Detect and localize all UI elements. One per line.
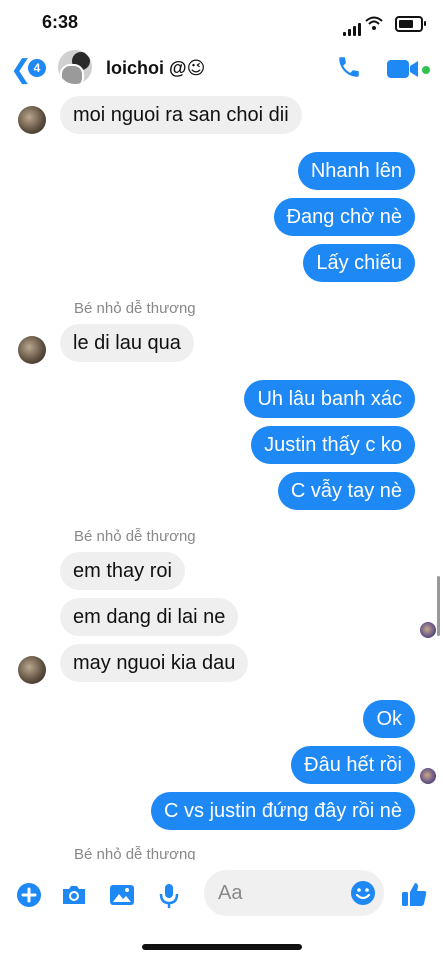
outgoing-message[interactable]: Nhanh lên: [297, 152, 415, 190]
unread-count-badge[interactable]: 4: [28, 59, 46, 77]
camera-icon[interactable]: [60, 882, 88, 908]
sender-name: Bé nhỏ dễ thương: [74, 528, 196, 545]
status-time: 6:38: [42, 12, 79, 32]
outgoing-message[interactable]: C vs justin đứng đây rồi nè: [151, 792, 415, 830]
chat-header: ❮ 4 loichoi @😉: [0, 44, 443, 96]
home-indicator: [142, 944, 302, 950]
composer-bar: Aa: [0, 860, 443, 960]
sender-avatar[interactable]: [18, 656, 46, 684]
online-indicator: [422, 66, 430, 74]
outgoing-message[interactable]: Lấy chiếu: [303, 244, 415, 282]
gallery-icon[interactable]: [108, 882, 136, 908]
emoji-icon[interactable]: [350, 880, 376, 906]
outgoing-message[interactable]: Justin thấy c ko: [251, 426, 415, 464]
scrollbar[interactable]: [437, 576, 440, 636]
outgoing-message[interactable]: Uh lâu banh xác: [244, 380, 415, 418]
microphone-icon[interactable]: [158, 882, 180, 910]
incoming-message[interactable]: em dang di lai ne: [60, 598, 239, 636]
contact-name-suffix: @😉: [169, 58, 206, 78]
status-bar: 6:38: [0, 0, 443, 44]
outgoing-message[interactable]: Đâu hết rồi: [291, 746, 415, 784]
message-input[interactable]: Aa: [204, 870, 384, 916]
message-input-placeholder: Aa: [218, 882, 243, 904]
seen-receipt-avatar: [420, 768, 436, 784]
message-list[interactable]: moi nguoi ra san choi dii Nhanh lên Đang…: [0, 96, 443, 860]
outgoing-message[interactable]: Ok: [363, 700, 415, 738]
incoming-message[interactable]: may nguoi kia dau: [60, 644, 249, 682]
outgoing-message[interactable]: Đang chờ nè: [273, 198, 415, 236]
sender-avatar[interactable]: [18, 336, 46, 364]
plus-icon[interactable]: [16, 882, 42, 908]
outgoing-message[interactable]: C vẫy tay nè: [277, 472, 415, 510]
incoming-message[interactable]: em thay roi: [60, 552, 185, 590]
contact-avatar[interactable]: [58, 50, 92, 84]
contact-name-text: loichoi: [106, 58, 164, 78]
incoming-message[interactable]: le di lau qua: [60, 324, 194, 362]
incoming-message[interactable]: moi nguoi ra san choi dii: [60, 96, 302, 134]
sender-avatar[interactable]: [18, 106, 46, 134]
cellular-signal-icon: [343, 18, 363, 36]
seen-receipt-avatar: [420, 622, 436, 638]
battery-icon: [395, 16, 426, 32]
contact-name[interactable]: loichoi @😉: [106, 58, 205, 79]
sender-name: Bé nhỏ dễ thương: [74, 300, 196, 317]
sender-name: Bé nhỏ dễ thương: [74, 846, 196, 860]
wifi-icon: [365, 16, 383, 30]
thumbs-up-icon[interactable]: [400, 880, 428, 908]
phone-icon[interactable]: [336, 54, 362, 80]
video-camera-icon[interactable]: [386, 58, 420, 80]
